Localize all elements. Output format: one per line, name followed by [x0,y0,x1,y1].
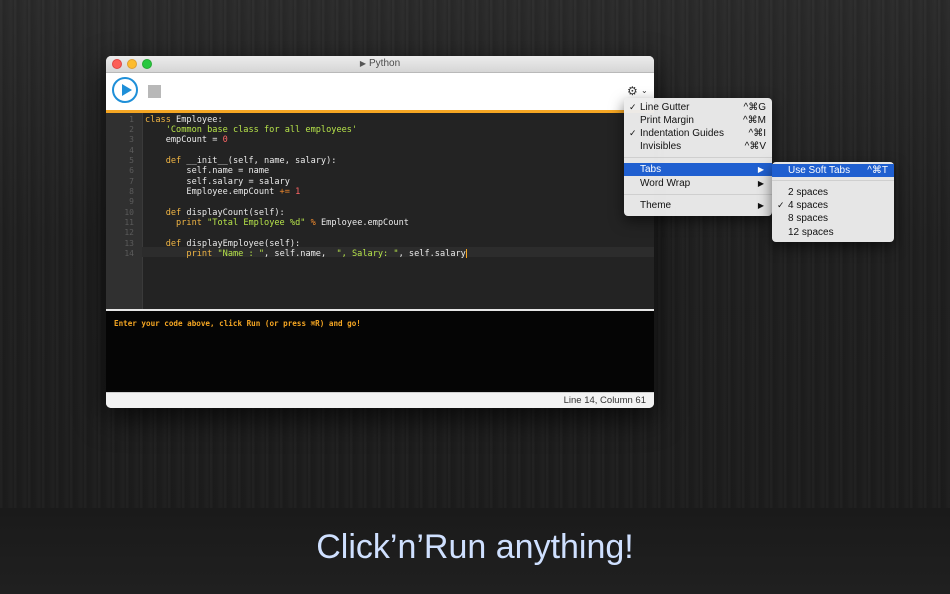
menu-item-indentation-guides[interactable]: ✓ Indentation Guides ^⌘I [624,127,772,140]
marketing-caption: Click’n’Run anything! [316,528,634,566]
code-area[interactable]: class Employee: 'Common base class for a… [145,113,650,309]
play-circle-icon [122,84,132,96]
submenu-arrow-icon: ▶ [757,201,764,210]
code-line: print "Name : ", self.name, ", Salary: "… [186,249,467,259]
checkmark-icon: ✓ [629,128,637,138]
menu-item-word-wrap[interactable]: Word Wrap ▶ [624,177,772,190]
submenu-arrow-icon: ▶ [757,179,764,188]
stop-button[interactable] [148,85,161,98]
menu-item-line-gutter[interactable]: ✓ Line Gutter ^⌘G [624,101,772,114]
code-editor[interactable]: 1 2 3 4 5 6 7 8 9 10 11 12 13 14 class E… [106,113,654,309]
line-number: 14 [124,249,134,258]
menu-item-use-soft-tabs[interactable]: Use Soft Tabs ^⌘T [772,164,894,177]
code-line: self.name = name [145,166,270,176]
line-number: 10 [124,208,134,217]
menu-item-8-spaces[interactable]: 8 spaces [772,212,894,225]
chevron-down-icon[interactable]: ⌄ [641,86,648,95]
tabs-submenu: Use Soft Tabs ^⌘T 2 spaces ✓ 4 spaces 8 … [772,162,894,242]
checkmark-icon: ✓ [629,102,637,112]
code-line: self.salary = salary [145,177,290,187]
menu-item-invisibles[interactable]: Invisibles ^⌘V [624,140,772,153]
checkmark-icon: ✓ [777,200,785,210]
output-console[interactable]: Enter your code above, click Run (or pre… [106,311,654,392]
menu-item-2-spaces[interactable]: 2 spaces [772,186,894,199]
text-caret [465,249,467,258]
line-number: 3 [129,135,134,144]
play-icon: ▶ [359,59,366,68]
line-number: 1 [129,115,134,124]
settings-menu: ✓ Line Gutter ^⌘G Print Margin ^⌘M ✓ Ind… [624,98,772,216]
window-title-text: Python [369,58,401,69]
app-window: ▶ Python ⚙ ⌄ 1 2 3 4 5 6 7 8 9 10 11 12 1… [106,56,654,408]
window-title: ▶ Python [106,58,654,69]
console-hint: Enter your code above, click Run (or pre… [114,319,361,328]
line-number: 13 [124,239,134,248]
menu-separator [624,194,772,195]
code-line: def __init__(self, name, salary): [165,156,337,166]
line-number: 6 [129,166,134,175]
code-line: empCount = 0 [145,135,228,145]
menu-separator [624,157,772,158]
menu-item-tabs[interactable]: Tabs ▶ [624,163,772,176]
code-line: def displayCount(self): [165,208,285,218]
menu-separator [772,180,894,181]
code-line: def displayEmployee(self): [165,239,301,249]
line-number: 12 [124,228,134,237]
menu-item-4-spaces[interactable]: ✓ 4 spaces [772,199,894,212]
title-bar[interactable]: ▶ Python [106,56,654,73]
line-number: 5 [129,156,134,165]
line-number: 9 [129,197,134,206]
run-button[interactable] [112,77,138,103]
code-line: class Employee: [145,115,223,125]
status-bar: Line 14, Column 61 [106,392,654,408]
code-line: 'Common base class for all employees' [165,125,358,135]
cursor-position: Line 14, Column 61 [563,395,646,406]
gear-icon[interactable]: ⚙ [627,84,638,98]
line-number: 11 [124,218,134,227]
code-line: print "Total Employee %d" % Employee.emp… [176,218,409,228]
toolbar: ⚙ ⌄ [106,73,654,110]
submenu-arrow-icon: ▶ [757,165,764,174]
menu-item-12-spaces[interactable]: 12 spaces [772,226,894,239]
line-number: 4 [129,146,134,155]
line-number: 7 [129,177,134,186]
menu-item-theme[interactable]: Theme ▶ [624,199,772,212]
menu-item-print-margin[interactable]: Print Margin ^⌘M [624,114,772,127]
code-line: Employee.empCount += 1 [145,187,301,197]
line-number: 8 [129,187,134,196]
line-gutter: 1 2 3 4 5 6 7 8 9 10 11 12 13 14 [106,113,143,309]
line-number: 2 [129,125,134,134]
